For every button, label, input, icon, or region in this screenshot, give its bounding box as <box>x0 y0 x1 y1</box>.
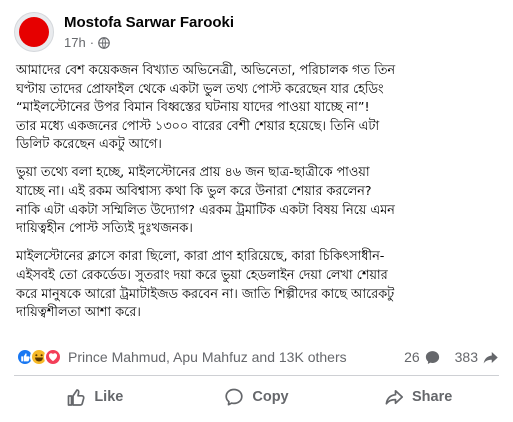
meta-separator: · <box>89 35 95 50</box>
post-header: Mostofa Sarwar Farooki 17h · <box>14 12 234 56</box>
post-text-line: ভুয়া তথ্যে বলা হচ্ছে, মাইলস্টোনের প্রায… <box>16 165 370 181</box>
like-button[interactable]: Like <box>14 378 176 416</box>
avatar-red-circle <box>19 17 49 47</box>
header-text: Mostofa Sarwar Farooki 17h · <box>64 13 234 51</box>
facebook-post: Mostofa Sarwar Farooki 17h · আমাদের বেশ … <box>0 0 513 422</box>
post-text-line: আমাদের বেশ কয়েকজন বিখ্যাত অভিনেত্রী, অভ… <box>16 63 395 78</box>
post-text-line: দায়িত্বশীলতা আশা করে। <box>16 305 141 321</box>
post-paragraph: আমাদের বেশ কয়েকজন বিখ্যাত অভিনেত্রী, অভ… <box>16 62 502 155</box>
post-text-line: ডিলিট করেছেন একটু আগে। <box>16 137 162 153</box>
avatar[interactable] <box>14 12 54 52</box>
post-body: আমাদের বেশ কয়েকজন বিখ্যাত অভিনেত্রী, অভ… <box>16 62 502 332</box>
post-actions: Like Copy Share <box>14 378 499 416</box>
share-arrow-icon <box>483 351 498 363</box>
globe-icon <box>98 37 110 49</box>
actions-divider <box>14 375 499 376</box>
reactions-bar: Prince Mahmud, Apu Mahfuz and 13K others… <box>16 347 499 367</box>
engagement-counts: 26 383 <box>404 349 499 366</box>
comment-icon <box>425 350 439 364</box>
post-text-line: “মাইলস্টোনের উপর বিমান বিধ্বস্তের ঘটনায়… <box>16 100 370 116</box>
copy-icon <box>225 388 244 406</box>
reaction-icons[interactable] <box>16 348 62 366</box>
reaction-names[interactable]: Prince Mahmud, Apu Mahfuz and 13K others <box>68 349 347 365</box>
comment-count-value: 26 <box>404 349 420 365</box>
share-label: Share <box>412 389 453 405</box>
post-meta: 17h · <box>64 35 234 51</box>
author-name[interactable]: Mostofa Sarwar Farooki <box>64 13 234 32</box>
like-label: Like <box>94 389 124 405</box>
post-paragraph: মাইলস্টোনের ক্লাসে কারা ছিলো, কারা প্রাণ… <box>16 248 502 322</box>
share-icon <box>385 389 404 405</box>
post-text-line: মাইলস্টোনের ক্লাসে কারা ছিলো, কারা প্রাণ… <box>16 249 385 265</box>
share-button[interactable]: Share <box>337 378 499 416</box>
like-icon <box>67 389 85 406</box>
copy-label: Copy <box>252 389 289 405</box>
comment-count[interactable]: 26 <box>404 349 441 366</box>
share-count[interactable]: 383 <box>455 349 499 366</box>
post-text-line: ঘণ্টায় তাদের প্রোফাইল থেকে একটা ভুল তথ্… <box>16 81 384 97</box>
post-text-line: যাচ্ছে না। এই রকম অবিশ্বাস্য কথা কি ভুল … <box>16 184 372 200</box>
post-text-line: করে মানুষকে আরো ট্রমাটাইজড করবেন না। জাত… <box>16 286 395 302</box>
post-text-line: নাকি এটা একটা সম্মিলিত উদ্যোগ? এরকম ট্রম… <box>16 202 395 218</box>
post-paragraph: ভুয়া তথ্যে বলা হচ্ছে, মাইলস্টোনের প্রায… <box>16 164 502 238</box>
share-count-value: 383 <box>454 349 478 365</box>
post-text-line: তার মধ্যে একজনের পোস্ট ১৩০০ বারের বেশী শ… <box>16 118 380 134</box>
post-text-line: এইসবই তো রেকর্ডেড। সুতরাং দয়া করে ভুয়া… <box>16 267 388 283</box>
post-time[interactable]: 17h <box>64 35 86 51</box>
copy-button[interactable]: Copy <box>176 378 338 416</box>
post-text-line: দায়িত্বহীন পোস্ট সত্যিই দুঃখজনক। <box>16 221 193 237</box>
love-reaction-icon <box>44 348 62 366</box>
